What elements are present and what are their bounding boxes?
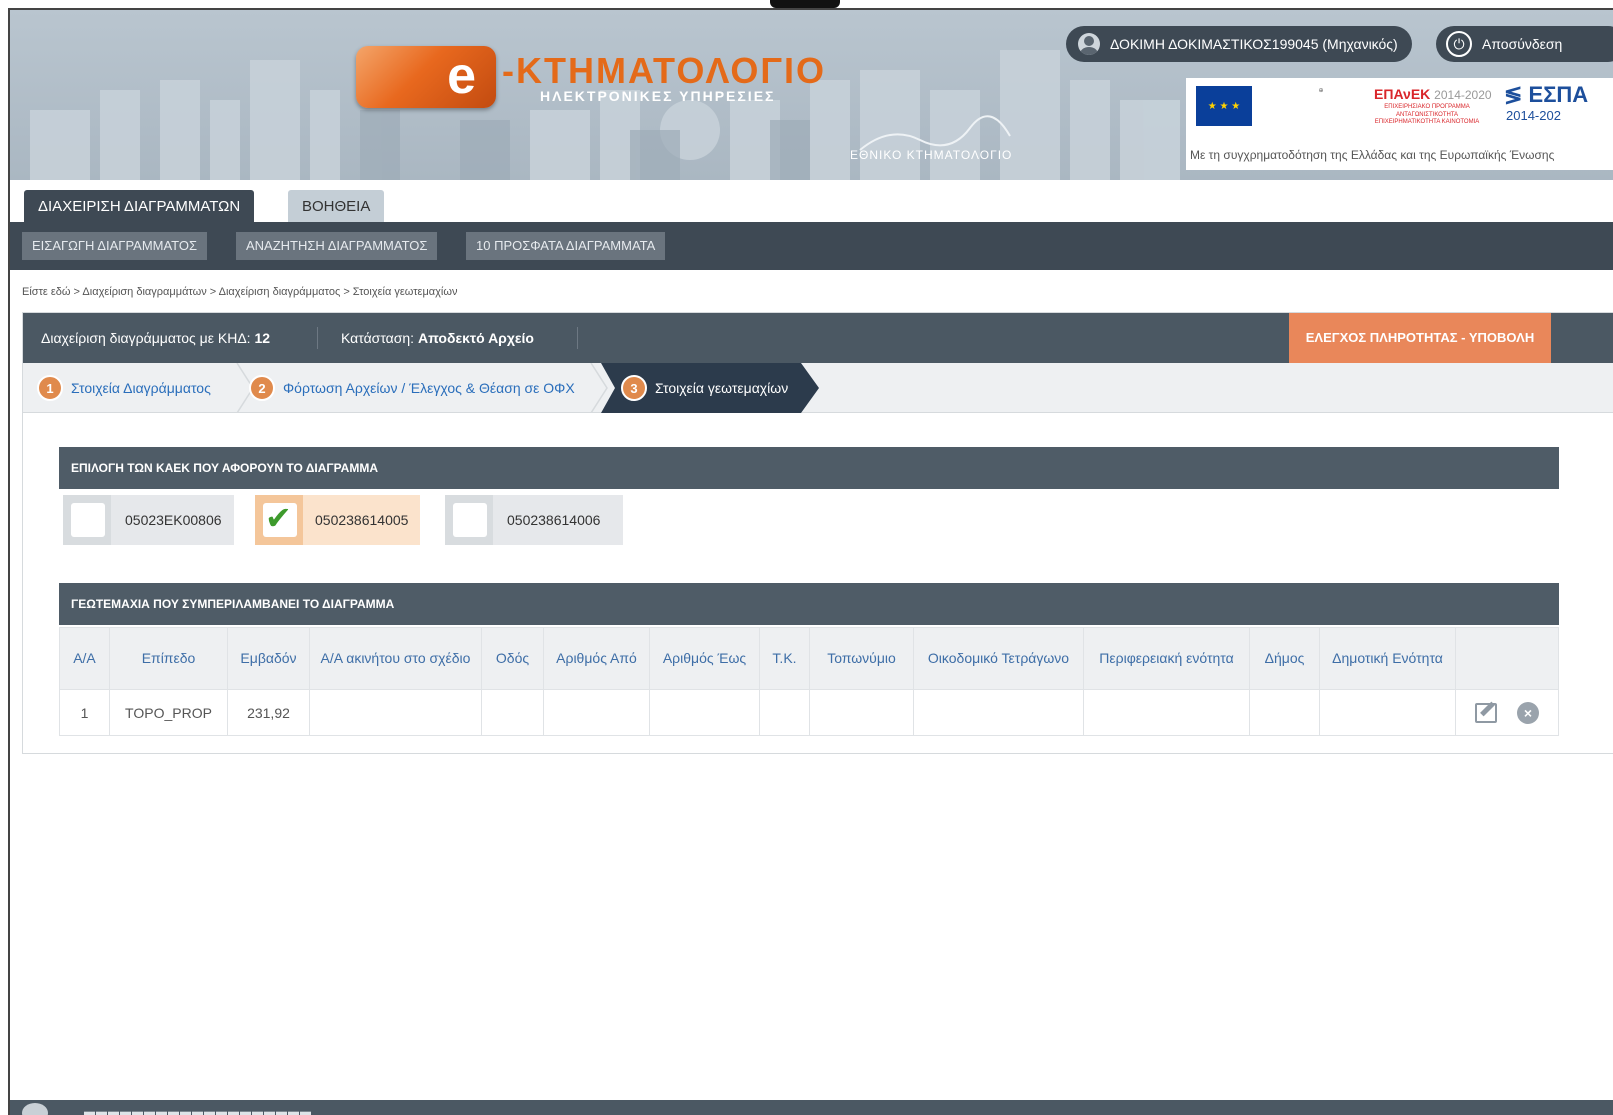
cell-property-number — [309, 689, 482, 736]
col-regional-unit: Περιφερειακή ενότητα — [1083, 627, 1250, 690]
user-name: ΔΟΚΙΜΗ ΔΟΚΙΜΑΣΤΙΚΟΣ199045 (Μηχανικός) — [1110, 36, 1398, 52]
col-number-from: Αριθμός Από — [543, 627, 650, 690]
kaek-section-header: ΕΠΙΛΟΓΗ ΤΩΝ ΚΑΕΚ ΠΟΥ ΑΦΟΡΟΥΝ ΤΟ ΔΙΑΓΡΑΜΜ… — [59, 447, 1559, 489]
logout-button[interactable]: ⏻ Αποσύνδεση — [1436, 26, 1613, 62]
kid-info: Διαχείριση διαγράμματος με ΚΗΔ: 12 — [41, 330, 271, 346]
cell-regional-unit — [1083, 689, 1250, 736]
kaek-option[interactable]: 050238614006 — [445, 495, 623, 545]
edit-icon[interactable] — [1475, 702, 1498, 723]
kaek-checkbox[interactable] — [445, 495, 493, 545]
cell-postcode — [759, 689, 810, 736]
cell-area: 231,92 — [227, 689, 310, 736]
kaek-code: 050238614006 — [507, 512, 601, 528]
logout-label: Αποσύνδεση — [1482, 36, 1563, 52]
power-icon: ⏻ — [1446, 31, 1472, 57]
top-strip — [0, 0, 1613, 8]
col-level: Επίπεδο — [109, 627, 228, 690]
col-street: Οδός — [481, 627, 544, 690]
cell-street — [481, 689, 544, 736]
eu-flag-icon: ★ ★ ★ — [1196, 86, 1252, 126]
panel-header: Διαχείριση διαγράμματος με ΚΗΔ: 12 Κατάσ… — [23, 313, 1613, 363]
footer-logo-icon — [22, 1103, 48, 1115]
cell-actions: × — [1455, 689, 1559, 736]
logo-e-icon: e — [356, 46, 496, 108]
step-label: Στοιχεία γεωτεμαχίων — [655, 380, 789, 396]
parcels-section-header: ΓΕΩΤΕΜΑΧΙΑ ΠΟΥ ΣΥΜΠΕΡΙΛΑΜΒΑΝΕΙ ΤΟ ΔΙΑΓΡΑ… — [59, 583, 1559, 625]
subnav-insert-diagram[interactable]: ΕΙΣΑΓΩΓΗ ΔΙΑΓΡΑΜΜΑΤΟΣ — [22, 232, 208, 260]
tab-diagram-management[interactable]: ΔΙΑΧΕΙΡΙΣΗ ΔΙΑΓΡΑΜΜΑΤΩΝ — [24, 190, 255, 224]
logo-title: -ΚΤΗΜΑΤΟΛΟΓΙΟ — [502, 50, 827, 91]
epanek-logo: ΕΠΑνΕΚ 2014-2020 — [1374, 86, 1492, 102]
ministry-logo: ⊕ — [1318, 88, 1324, 94]
step-chevron — [590, 363, 608, 413]
kaek-checkbox-checked[interactable]: ✔ — [255, 495, 303, 545]
cell-block — [913, 689, 1084, 736]
cell-number-to — [649, 689, 760, 736]
site-footer: ▬▬▬▬▬▬▬▬▬▬▬▬▬▬▬▬▬▬▬ — [10, 1100, 1613, 1115]
site-header: e -ΚΤΗΜΑΤΟΛΟΓΙΟ ΗΛΕΚΤΡΟΝΙΚΕΣ ΥΠΗΡΕΣΙΕΣ Ε… — [10, 10, 1613, 180]
footer-text: ▬▬▬▬▬▬▬▬▬▬▬▬▬▬▬▬▬▬▬ — [84, 1106, 312, 1115]
col-area: Εμβαδόν — [227, 627, 310, 690]
diagram-panel: Διαχείριση διαγράμματος με ΚΗΔ: 12 Κατάσ… — [22, 312, 1613, 754]
tab-help[interactable]: ΒΟΗΘΕΙΑ — [288, 190, 385, 224]
table-header-row: Α/Α Επίπεδο Εμβαδόν Α/Α ακινήτου στο σχέ… — [59, 627, 1559, 690]
col-postcode: Τ.Κ. — [759, 627, 810, 690]
delete-icon[interactable]: × — [1516, 701, 1539, 724]
cell-level: TOPO_PROP — [109, 689, 228, 736]
espa-years: 2014-202 — [1506, 108, 1561, 123]
col-property-number: Α/Α ακινήτου στο σχέδιο — [309, 627, 482, 690]
subnav-search-diagram[interactable]: ΑΝΑΖΗΤΗΣΗ ΔΙΑΓΡΑΜΜΑΤΟΣ — [236, 232, 438, 260]
sub-navigation: ΕΙΣΑΓΩΓΗ ΔΙΑΓΡΑΜΜΑΤΟΣ ΑΝΑΖΗΤΗΣΗ ΔΙΑΓΡΑΜΜ… — [10, 222, 1613, 270]
step-parcel-details[interactable]: 3 Στοιχεία γεωτεμαχίων — [621, 363, 788, 413]
col-municipality: Δήμος — [1249, 627, 1320, 690]
col-block: Οικοδομικό Τετράγωνο — [913, 627, 1084, 690]
step-label: Φόρτωση Αρχείων / Έλεγχος & Θέαση σε ΟΦΧ — [283, 380, 575, 396]
browser-frame: e -ΚΤΗΜΑΤΟΛΟΓΙΟ ΗΛΕΚΤΡΟΝΙΚΕΣ ΥΠΗΡΕΣΙΕΣ Ε… — [8, 8, 1613, 1115]
step-label: Στοιχεία Διαγράμματος — [71, 380, 211, 396]
header-divider — [317, 327, 318, 349]
breadcrumb: Είστε εδώ > Διαχείριση διαγραμμάτων > Δι… — [22, 286, 458, 298]
cell-municipality — [1249, 689, 1320, 736]
kaek-option[interactable]: 05023EK00806 — [63, 495, 234, 545]
parcels-table: Α/Α Επίπεδο Εμβαδόν Α/Α ακινήτου στο σχέ… — [59, 627, 1559, 736]
agency-label: ΕΘΝΙΚΟ ΚΤΗΜΑΤΟΛΟΓΙΟ — [850, 148, 1013, 162]
logo-subtitle: ΗΛΕΚΤΡΟΝΙΚΕΣ ΥΠΗΡΕΣΙΕΣ — [540, 88, 776, 104]
kaek-checkbox[interactable] — [63, 495, 111, 545]
eu-funding-caption: Με τη συγχρηματοδότηση της Ελλάδας και τ… — [1190, 148, 1555, 162]
table-row: 1 TOPO_PROP 231,92 × — [59, 689, 1559, 736]
kaek-option-selected[interactable]: ✔ 050238614005 — [255, 495, 421, 545]
user-icon — [1078, 33, 1100, 55]
header-divider — [577, 327, 578, 349]
eu-funding-banner: ★ ★ ★ ⊕ ΕΠΑνΕΚ 2014-2020 ΕΠΙΧΕΙΡΗΣΙΑΚΟ Π… — [1186, 78, 1613, 170]
espa-logo: ≶ ΕΣΠΑ — [1504, 82, 1589, 107]
col-number-to: Αριθμός Έως — [649, 627, 760, 690]
kaek-code: 05023EK00806 — [125, 512, 222, 528]
cell-aa: 1 — [59, 689, 110, 736]
step-number: 1 — [37, 375, 63, 401]
checkmark-icon: ✔ — [265, 499, 292, 537]
completeness-check-submit-button[interactable]: ΕΛΕΓΧΟΣ ΠΛΗΡΟΤΗΤΑΣ - ΥΠΟΒΟΛΗ — [1289, 313, 1551, 363]
top-mark — [770, 0, 840, 8]
cell-toponym — [809, 689, 914, 736]
step-diagram-details[interactable]: 1 Στοιχεία Διαγράμματος — [37, 363, 211, 413]
kaek-code: 050238614005 — [315, 512, 409, 528]
step-file-upload[interactable]: 2 Φόρτωση Αρχείων / Έλεγχος & Θέαση σε Ο… — [249, 363, 575, 413]
epanek-subtitle: ΕΠΙΧΕΙΡΗΣΙΑΚΟ ΠΡΟΓΡΑΜΜΑ ΑΝΤΑΓΩΝΙΣΤΙΚΟΤΗΤ… — [1374, 104, 1480, 125]
step-number: 3 — [621, 375, 647, 401]
col-municipal-unit: Δημοτική Ενότητα — [1319, 627, 1456, 690]
col-actions — [1455, 627, 1559, 690]
step-number: 2 — [249, 375, 275, 401]
cell-number-from — [543, 689, 650, 736]
subnav-recent-diagrams[interactable]: 10 ΠΡΟΣΦΑΤΑ ΔΙΑΓΡΑΜΜΑΤΑ — [466, 232, 666, 260]
status-info: Κατάσταση: Αποδεκτό Αρχείο — [341, 330, 534, 346]
user-menu-button[interactable]: ΔΟΚΙΜΗ ΔΟΚΙΜΑΣΤΙΚΟΣ199045 (Μηχανικός) — [1066, 26, 1412, 62]
wizard-steps: 1 Στοιχεία Διαγράμματος 2 Φόρτωση Αρχείω… — [23, 363, 1613, 413]
cell-municipal-unit — [1319, 689, 1456, 736]
col-aa: Α/Α — [59, 627, 110, 690]
col-toponym: Τοπωνύμιο — [809, 627, 914, 690]
